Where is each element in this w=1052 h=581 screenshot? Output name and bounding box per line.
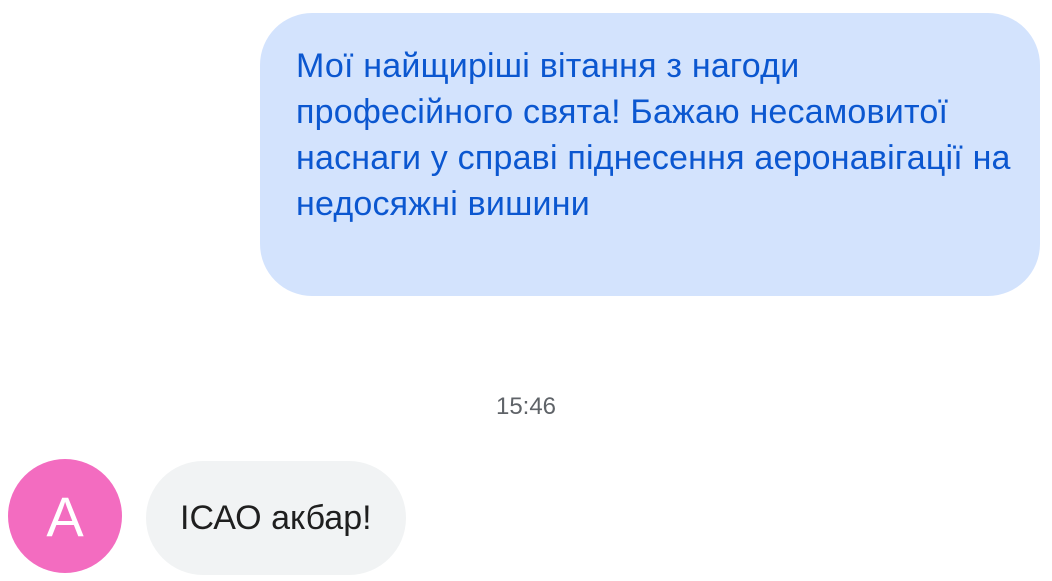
incoming-message-text: ІСАО акбар! — [180, 499, 372, 537]
avatar-initial: А — [46, 485, 84, 548]
incoming-message-bubble[interactable]: ІСАО акбар! — [146, 461, 406, 575]
conversation-view: Мої найщиріші вітання з нагоди професійн… — [0, 0, 1052, 581]
outgoing-message-bubble[interactable]: Мої найщиріші вітання з нагоди професійн… — [260, 13, 1040, 296]
avatar[interactable]: А — [8, 459, 122, 573]
outgoing-message-text: Мої найщиріші вітання з нагоди професійн… — [296, 47, 1011, 223]
message-timestamp: 15:46 — [495, 393, 557, 420]
